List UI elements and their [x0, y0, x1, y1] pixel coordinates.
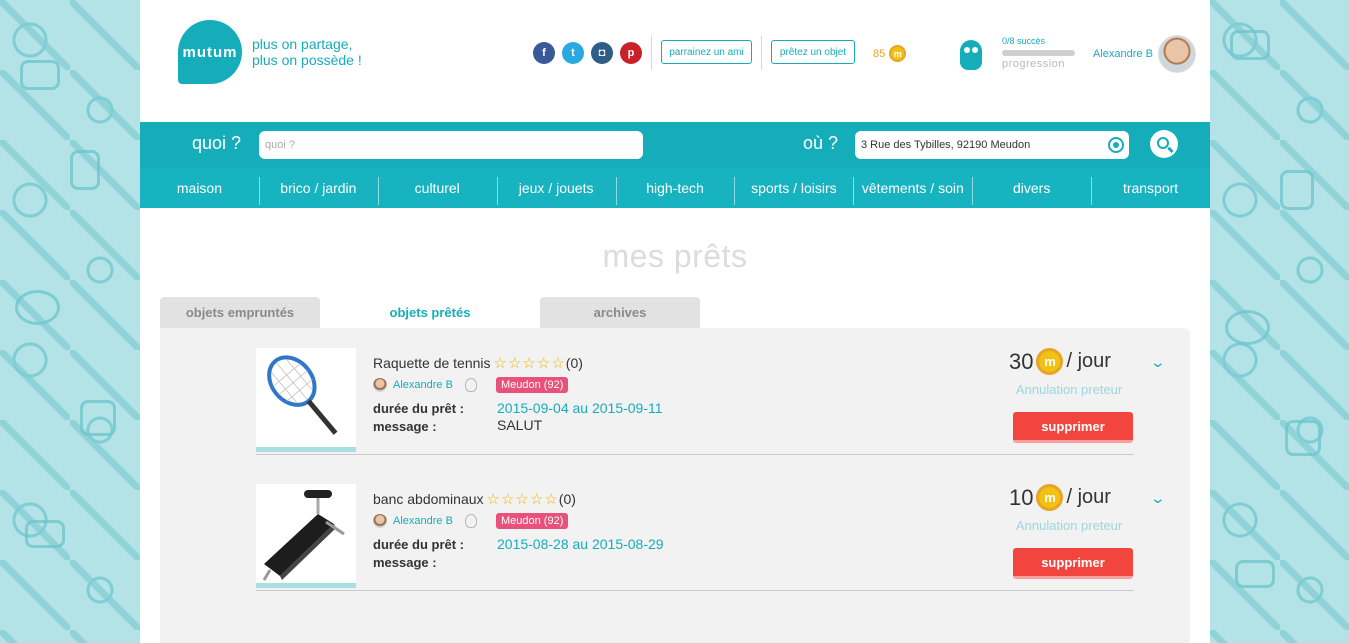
chevron-down-icon[interactable]: ⌄: [1150, 490, 1166, 507]
where-location-input[interactable]: [855, 131, 1129, 159]
ab-bench-image: [262, 490, 345, 581]
category-maison[interactable]: maison: [140, 168, 259, 208]
price-unit: / jour: [1066, 486, 1111, 508]
loan-dates: 2015-09-04 au 2015-09-11: [497, 400, 663, 416]
loan-item: Raquette de tennis ☆☆☆☆☆(0) Alexandre B M…: [256, 348, 1166, 455]
category-nav: maison brico / jardin culturel jeux / jo…: [140, 168, 1210, 208]
owner-name[interactable]: Alexandre B: [393, 379, 453, 391]
divider: [651, 36, 652, 70]
achievements-count: 0/8 succès: [1002, 36, 1046, 46]
duration-label: durée du prêt :: [373, 401, 465, 416]
category-jeux-jouets[interactable]: jeux / jouets: [496, 168, 616, 208]
loan-item: banc abdominaux ☆☆☆☆☆(0) Alexandre B Meud…: [256, 484, 1166, 591]
tagline-line-2: plus on possède !: [252, 52, 362, 68]
city-badge: Meudon (92): [496, 513, 569, 529]
rating-stars-icon: ☆☆☆☆☆: [486, 491, 559, 508]
loan-message: SALUT: [497, 417, 543, 433]
price: 10 m / jour: [1009, 484, 1111, 511]
locate-icon[interactable]: [1108, 137, 1124, 153]
price-unit: / jour: [1066, 350, 1111, 372]
item-name[interactable]: Raquette de tennis: [373, 355, 491, 371]
item-thumbnail[interactable]: [256, 348, 356, 452]
chevron-down-icon[interactable]: ⌄: [1150, 354, 1166, 371]
sponsor-friend-button[interactable]: parrainez un ami: [661, 40, 752, 64]
category-vetements-soin[interactable]: vêtements / soin: [853, 168, 972, 208]
delete-button[interactable]: supprimer: [1013, 412, 1133, 443]
coin-icon: m: [1036, 348, 1064, 375]
rating-stars-icon: ☆☆☆☆☆: [493, 355, 566, 372]
twitter-icon[interactable]: t: [562, 42, 584, 64]
owner-info: Alexandre B: [373, 514, 477, 528]
header: mutum plus on partage, plus on possède !…: [140, 0, 1210, 122]
tab-archives[interactable]: archives: [540, 297, 700, 328]
loans-panel: Raquette de tennis ☆☆☆☆☆(0) Alexandre B M…: [160, 328, 1190, 643]
social-links: f t ◘ p: [533, 42, 642, 64]
mutum-logo[interactable]: mutum: [178, 20, 242, 84]
where-label: où ?: [803, 133, 839, 153]
duration-label: durée du prêt :: [373, 537, 465, 552]
what-label: quoi ?: [192, 133, 242, 153]
medal-icon: [464, 378, 477, 392]
owner-avatar: [373, 514, 387, 528]
user-name[interactable]: Alexandre B: [1093, 48, 1153, 60]
tagline: plus on partage, plus on possède !: [252, 36, 362, 68]
price-value: 10: [1009, 484, 1034, 510]
price: 30 m / jour: [1009, 348, 1111, 375]
tennis-racket-image: [267, 355, 338, 435]
category-brico-jardin[interactable]: brico / jardin: [258, 168, 378, 208]
page-title: mes prêts: [602, 238, 748, 274]
message-label: message :: [373, 555, 437, 570]
loan-status: Annulation preteur: [1016, 382, 1123, 397]
tagline-line-1: plus on partage,: [252, 36, 353, 52]
rating-count: (0): [558, 491, 576, 507]
owner-avatar: [373, 378, 387, 392]
medal-icon: [464, 514, 477, 528]
tab-lent[interactable]: objets prêtés: [350, 297, 510, 328]
what-search-input[interactable]: [259, 131, 643, 159]
rating-count: (0): [565, 355, 583, 371]
item-title: banc abdominaux ☆☆☆☆☆(0): [373, 490, 576, 508]
divider: [761, 36, 762, 70]
search-icon: [1157, 137, 1169, 149]
price-value: 30: [1009, 348, 1034, 374]
pinterest-icon[interactable]: p: [620, 42, 642, 64]
lend-object-button[interactable]: prêtez un objet: [771, 40, 855, 64]
owner-name[interactable]: Alexandre B: [393, 515, 453, 527]
city-badge: Meudon (92): [496, 377, 569, 393]
instagram-icon[interactable]: ◘: [591, 42, 613, 64]
item-name[interactable]: banc abdominaux: [373, 491, 484, 507]
progress-bar: [1002, 50, 1075, 56]
category-divers[interactable]: divers: [972, 168, 1091, 208]
coin-balance: 85 m: [873, 45, 907, 62]
coin-count: 85: [873, 47, 886, 60]
avatar[interactable]: [1158, 35, 1196, 73]
category-culturel[interactable]: culturel: [377, 168, 497, 208]
background-pattern-right: [1210, 0, 1349, 643]
main-container: mutum plus on partage, plus on possède !…: [140, 0, 1210, 643]
owner-info: Alexandre B: [373, 378, 477, 392]
category-transport[interactable]: transport: [1091, 168, 1210, 208]
message-label: message :: [373, 419, 437, 434]
search-button[interactable]: [1150, 130, 1178, 158]
coin-icon: m: [1036, 484, 1064, 511]
logo-text: mutum: [182, 43, 238, 61]
tab-borrowed[interactable]: objets empruntés: [160, 297, 320, 328]
loan-dates: 2015-08-28 au 2015-08-29: [497, 536, 664, 552]
search-bar: quoi ? où ?: [140, 122, 1210, 168]
item-thumbnail[interactable]: [256, 484, 356, 588]
facebook-icon[interactable]: f: [533, 42, 555, 64]
coin-icon: m: [889, 45, 907, 62]
mascot-icon: [960, 40, 982, 70]
category-high-tech[interactable]: high-tech: [615, 168, 735, 208]
background-pattern-left: [0, 0, 140, 643]
item-title: Raquette de tennis ☆☆☆☆☆(0): [373, 354, 583, 372]
progress-label: progression: [1002, 58, 1065, 70]
loan-status: Annulation preteur: [1016, 518, 1123, 533]
category-sports-loisirs[interactable]: sports / loisirs: [734, 168, 853, 208]
delete-button[interactable]: supprimer: [1013, 548, 1133, 579]
